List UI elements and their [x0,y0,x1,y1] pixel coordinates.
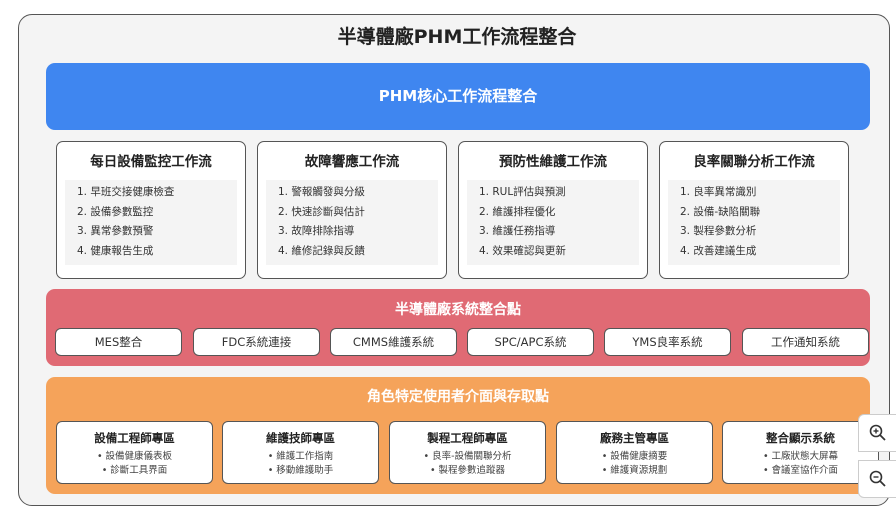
workflow-step: 1. 警報觸發與分級 [278,186,365,198]
workflow-box-preventive-maintenance: 預防性維護工作流 1. RUL評估與預測 2. 維護排程優化 3. 維護任務指導… [458,141,648,279]
workflow-step: 2. 維護排程優化 [479,205,556,218]
workflow-box-yield-analysis: 良率關聯分析工作流 1. 良率異常識別 2. 設備-缺陷關聯 3. 製程參數分析… [659,141,849,279]
role-card-integrated-display: 整合顯示系統 • 工廠狀態大屏幕 • 會議室協作介面 [722,421,879,484]
system-chip: SPC/APC系統 [467,328,594,356]
role-card-title: 設備工程師專區 [94,431,175,445]
zoom-in-icon [869,424,886,441]
role-access-band: 角色特定使用者介面與存取點 設備工程師專區 • 設備健康儀表板 • 診斷工具界面… [46,377,879,494]
role-card-item: • 設備健康儀表板 [96,451,173,462]
workflow-step-list: 1. 早班交接健康檢查 2. 設備參數監控 3. 異常參數預警 4. 健康報告生… [65,180,237,265]
workflow-step-list: 1. 良率異常識別 2. 設備-缺陷關聯 3. 製程參數分析 4. 改善建議生成 [668,180,840,265]
role-card-item: • 工廠狀態大屏幕 [762,451,839,462]
workflow-step: 4. 改善建議生成 [680,245,757,258]
workflow-title: 良率關聯分析工作流 [693,154,815,170]
role-card-title: 維護技師專區 [266,431,335,445]
role-card-title: 製程工程師專區 [427,431,508,445]
workflow-title: 預防性維護工作流 [499,154,607,170]
workflow-title: 故障響應工作流 [304,154,400,170]
workflow-step: 4. 健康報告生成 [77,245,154,258]
workflow-step: 4. 維修記錄與反饋 [278,245,365,258]
role-card-title: 整合顯示系統 [766,431,835,445]
core-workflow-title: PHM核心工作流程整合 [378,87,538,105]
role-card-item: • 維護資源規劃 [601,465,668,476]
role-card-item: • 製程參數追蹤器 [429,465,506,476]
role-card-process-engineer: 製程工程師專區 • 良率-設備關聯分析 • 製程參數追蹤器 [389,421,546,484]
system-chip: 工作通知系統 [742,328,869,356]
workflow-step: 3. 異常參數預警 [77,225,154,238]
workflow-step: 2. 設備-缺陷關聯 [680,205,761,218]
role-card-item: • 診斷工具界面 [101,465,168,476]
workflow-step: 1. RUL評估與預測 [479,186,566,198]
workflow-step: 1. 良率異常識別 [680,186,757,198]
core-workflow-banner: PHM核心工作流程整合 [46,63,870,130]
system-chip: FDC系統連接 [193,328,320,356]
workflow-step: 2. 設備參數監控 [77,205,154,218]
workflow-step: 2. 快速診斷與估計 [278,205,365,218]
zoom-out-icon [869,470,886,487]
system-chip: MES整合 [55,328,182,356]
workflow-box-fault-response: 故障響應工作流 1. 警報觸發與分級 2. 快速診斷與估計 3. 故障排除指導 … [257,141,447,279]
role-card-equipment-engineer: 設備工程師專區 • 設備健康儀表板 • 診斷工具界面 [56,421,213,484]
workflow-step: 3. 故障排除指導 [278,225,355,238]
zoom-in-button[interactable] [858,414,896,452]
system-chip: CMMS維護系統 [330,328,457,356]
workflow-step: 4. 效果確認與更新 [479,245,566,258]
role-card-item: • 會議室協作介面 [762,465,839,476]
role-card-item: • 維護工作指南 [267,451,334,462]
system-integration-band: 半導體廠系統整合點 MES整合 FDC系統連接 CMMS維護系統 SPC/APC… [46,289,870,366]
role-card-item: • 設備健康摘要 [601,451,668,462]
workflow-step-list: 1. 警報觸發與分級 2. 快速診斷與估計 3. 故障排除指導 4. 維修記錄與… [266,180,438,265]
page-title: 半導體廠PHM工作流程整合 [337,26,577,48]
role-card-item: • 移動維護助手 [267,465,334,476]
system-chip: YMS良率系統 [604,328,731,356]
workflow-step: 3. 製程參數分析 [680,225,757,238]
workflow-title: 每日設備監控工作流 [90,154,212,170]
system-integration-title: 半導體廠系統整合點 [395,302,521,318]
workflow-box-daily-monitoring: 每日設備監控工作流 1. 早班交接健康檢查 2. 設備參數監控 3. 異常參數預… [56,141,246,279]
role-card-maintenance-tech: 維護技師專區 • 維護工作指南 • 移動維護助手 [222,421,379,484]
workflow-step-list: 1. RUL評估與預測 2. 維護排程優化 3. 維護任務指導 4. 效果確認與… [467,180,639,265]
role-card-fab-manager: 廠務主管專區 • 設備健康摘要 • 維護資源規劃 [556,421,713,484]
role-access-title: 角色特定使用者介面與存取點 [367,389,549,405]
role-card-title: 廠務主管專區 [600,431,669,445]
zoom-out-button[interactable] [858,460,896,498]
role-card-item: • 良率-設備關聯分析 [423,451,512,462]
workflow-step: 1. 早班交接健康檢查 [77,186,175,198]
workflow-step: 3. 維護任務指導 [479,225,556,238]
